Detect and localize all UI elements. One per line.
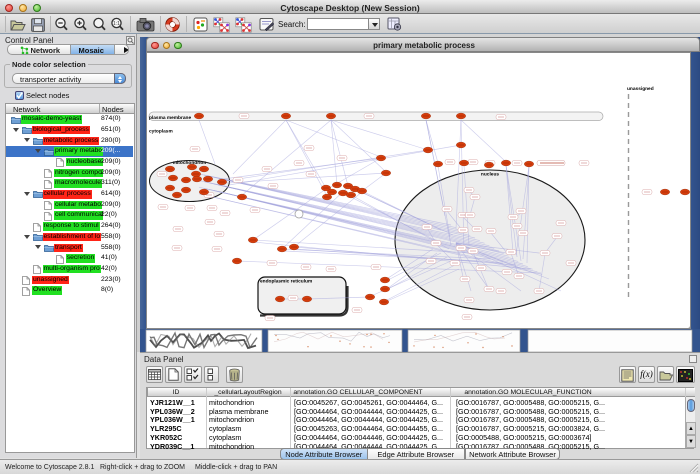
svg-text:nucleus: nucleus [481,172,499,178]
svg-text:plasma membrane: plasma membrane [149,115,191,121]
svg-text:unassigned: unassigned [627,86,654,92]
svg-text:cytoplasm: cytoplasm [149,129,173,135]
svg-text:endoplasmic reticulum: endoplasmic reticulum [260,279,312,285]
svg-text:1:1: 1:1 [113,21,120,27]
